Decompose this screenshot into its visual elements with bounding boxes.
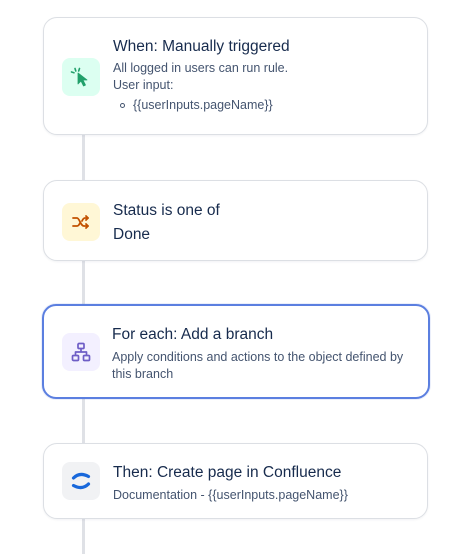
flow-connector — [82, 260, 85, 306]
step-description: Documentation - {{userInputs.pageName}} — [113, 488, 348, 502]
rule-flow-canvas: When: Manually triggered All logged in u… — [0, 0, 474, 554]
condition-card[interactable]: Status is one of Done — [43, 180, 428, 261]
branch-hierarchy-icon — [62, 333, 100, 371]
bullet-icon — [120, 103, 125, 108]
step-description: Apply conditions and actions to the obje… — [112, 350, 404, 381]
flow-connector — [82, 398, 85, 444]
shuffle-icon — [62, 203, 100, 241]
action-card[interactable]: Then: Create page in Confluence Document… — [43, 443, 428, 519]
branch-card[interactable]: For each: Add a branch Apply conditions … — [42, 304, 430, 399]
user-input-label: User input: — [113, 78, 174, 92]
flow-connector — [82, 134, 85, 182]
trigger-card[interactable]: When: Manually triggered All logged in u… — [43, 17, 428, 135]
step-title: For each: Add a branch — [112, 326, 274, 343]
user-input-item: {{userInputs.pageName}} — [113, 97, 413, 114]
confluence-logo-icon — [62, 462, 100, 500]
user-input-value: {{userInputs.pageName}} — [133, 98, 273, 112]
step-title: Status is one of — [113, 202, 220, 219]
cursor-click-icon — [62, 58, 100, 96]
flow-connector — [82, 518, 85, 554]
step-description: All logged in users can run rule. — [113, 61, 289, 75]
step-title: Then: Create page in Confluence — [113, 464, 342, 481]
step-title: When: Manually triggered — [113, 38, 290, 55]
condition-value: Done — [113, 226, 151, 243]
